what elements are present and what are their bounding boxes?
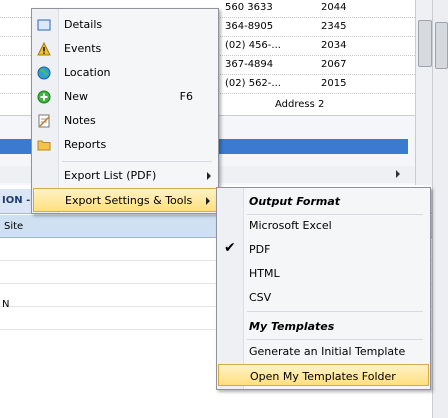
export-submenu: Output Format Microsoft Excel ✔ PDF HTML… [216,187,431,390]
menu-item-label: Notes [64,114,96,127]
submenu-header-output-format: Output Format [218,190,429,212]
menu-item-label: Details [64,18,103,31]
submenu-item-html[interactable]: HTML [218,262,429,284]
details-icon [37,19,51,31]
menu-item-label: Events [64,42,102,55]
menu-item-label: PDF [249,243,271,256]
cell-code: 2345 [321,21,347,32]
context-menu: Details Events Location New F6 Notes Rep… [31,8,219,214]
menu-item-label: Open My Templates Folder [250,370,396,383]
cell-code: 2034 [321,40,347,51]
chevron-right-icon [207,172,211,180]
cell-value: N [2,299,10,310]
submenu-header-templates: My Templates [218,315,429,337]
menu-item-label: CSV [249,291,272,304]
section-heading: My Templates [249,320,335,333]
column-header-address2[interactable]: Address 2 [275,99,324,110]
menu-item-details[interactable]: Details [33,13,217,37]
cell-phone: 364-8905 [225,21,274,32]
submenu-item-generate-template[interactable]: Generate an Initial Template [218,340,429,362]
menu-item-label: Generate an Initial Template [249,345,406,358]
submenu-item-pdf[interactable]: ✔ PDF [218,238,429,260]
cell-phone: 367-4894 [225,59,274,70]
submenu-item-excel[interactable]: Microsoft Excel [218,214,429,236]
menu-item-label: HTML [249,267,280,280]
menu-item-label: Export Settings & Tools [65,194,193,207]
shortcut-label: F6 [179,90,193,103]
menu-item-label: Export List (PDF) [64,169,157,182]
add-icon [37,90,51,104]
scroll-thumb[interactable] [418,20,432,67]
scroll-right-icon[interactable] [396,170,400,178]
cell-phone: (02) 562-... [225,78,281,89]
checkmark-icon: ✔ [224,240,236,256]
menu-item-location[interactable]: Location [33,61,217,85]
menu-item-label: Reports [64,138,107,151]
cell-code: 2067 [321,59,347,70]
menu-item-label: Microsoft Excel [249,219,332,232]
submenu-item-open-templates-folder[interactable]: Open My Templates Folder [218,364,429,386]
lower-panel-title: ION - [2,195,31,206]
menu-item-label: New [64,90,88,103]
menu-item-label: Location [64,66,111,79]
menu-item-notes[interactable]: Notes [33,109,217,133]
menu-item-reports[interactable]: Reports [33,133,217,157]
menu-item-new[interactable]: New F6 [33,85,217,109]
menu-item-export-list[interactable]: Export List (PDF) [33,164,217,188]
section-heading: Output Format [249,195,341,208]
submenu-item-csv[interactable]: CSV [218,286,429,308]
menu-separator [247,311,423,312]
chevron-right-icon [206,197,210,205]
scroll-thumb[interactable] [435,22,448,69]
menu-item-events[interactable]: Events [33,37,217,61]
cell-phone: (02) 456-... [225,40,281,51]
menu-separator [62,161,212,162]
window-scrollbar[interactable] [432,0,448,418]
cell-code: 2015 [321,78,347,89]
cell-phone: 560 3633 [225,2,273,13]
vertical-scrollbar[interactable] [415,0,433,185]
notes-icon [38,114,50,128]
folder-icon [37,140,51,151]
site-header-label: Site [4,221,24,232]
cell-code: 2044 [321,2,347,13]
menu-item-export-settings[interactable]: Export Settings & Tools [33,188,217,212]
globe-icon [37,66,51,80]
warning-icon [37,42,51,56]
